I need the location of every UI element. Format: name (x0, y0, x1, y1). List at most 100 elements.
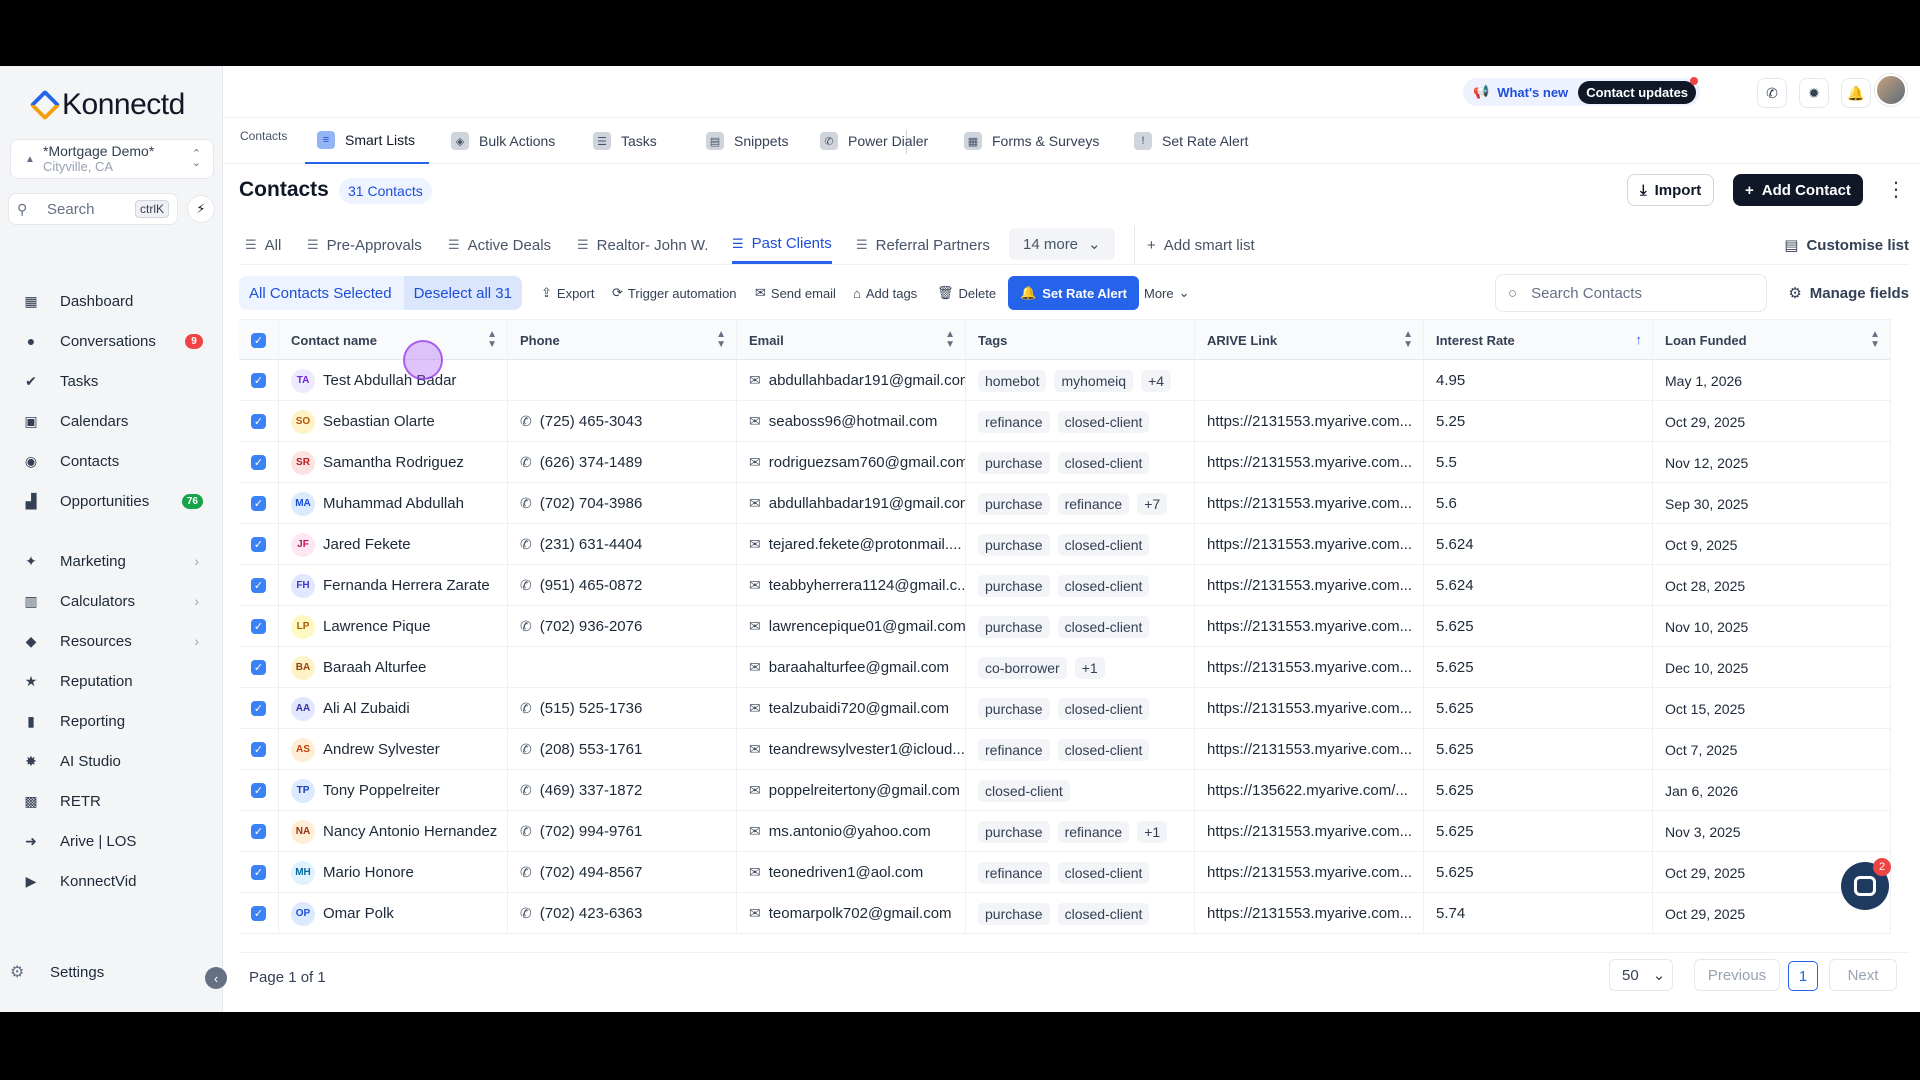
tag-chip[interactable]: closed-client (1057, 738, 1150, 761)
tag-chip[interactable]: refinance (978, 410, 1050, 433)
table-row[interactable]: ✓ BA Baraah Alturfee ✉ baraahalturfee@gmail.… (239, 647, 1891, 688)
sidebar-item-dashboard[interactable]: ▦ Dashboard (0, 283, 223, 319)
tags-cell[interactable]: purchase closed-client (966, 442, 1195, 483)
phone-cell[interactable]: ✆ (208) 553-1761 (508, 729, 737, 770)
select-all-checkbox[interactable]: ✓ (239, 320, 279, 360)
email-cell[interactable]: ✉ teandrewsylvester1@icloud.... (737, 729, 966, 770)
table-row[interactable]: ✓ NA Nancy Antonio Hernandez ✆ (702) 994-976… (239, 811, 1891, 852)
tag-chip[interactable]: purchase (978, 451, 1050, 474)
contact-name[interactable]: Fernanda Herrera Zarate (323, 577, 490, 594)
contact-name-cell[interactable]: OP Omar Polk (279, 893, 508, 934)
sidebar-item-opportunities[interactable]: ▟ Opportunities 76 (0, 483, 223, 519)
smart-list-referral-partners[interactable]: ☰ Referral Partners (856, 226, 990, 264)
tags-cell[interactable]: refinance closed-client (966, 401, 1195, 442)
whats-new-pill[interactable]: 📢 What's new Contact updates (1463, 76, 1701, 106)
arive-link[interactable]: https://2131553.myarive.com... (1207, 536, 1412, 553)
phone-cell[interactable]: ✆ (702) 994-9761 (508, 811, 737, 852)
row-checkbox[interactable]: ✓ (239, 852, 279, 893)
phone-cell[interactable] (508, 360, 737, 401)
col-arive-link[interactable]: ARIVE Link ▲ ▼ (1195, 320, 1424, 360)
tab-bulk-actions[interactable]: ◈ Bulk Actions (451, 118, 555, 164)
trigger-automation-button[interactable]: ⟳ Trigger automation (612, 276, 737, 310)
previous-page-button[interactable]: Previous (1694, 959, 1780, 991)
next-page-button[interactable]: Next (1829, 959, 1897, 991)
smart-list-past-clients[interactable]: ☰ Past Clients (732, 226, 832, 264)
email-cell[interactable]: ✉ tejared.fekete@protonmail.... (737, 524, 966, 565)
arive-link[interactable]: https://2131553.myarive.com... (1207, 905, 1412, 922)
per-page-select[interactable]: 50 ⌄ (1609, 959, 1673, 991)
col-email[interactable]: Email ▲ ▼ (737, 320, 966, 360)
sidebar-item-resources[interactable]: ◆ Resources › (0, 623, 223, 659)
phone-cell[interactable]: ✆ (951) 465-0872 (508, 565, 737, 606)
smart-list-pre-approvals[interactable]: ☰ Pre-Approvals (307, 226, 422, 264)
tags-cell[interactable]: refinance closed-client (966, 852, 1195, 893)
col-phone[interactable]: Phone ▲ ▼ (508, 320, 737, 360)
import-button[interactable]: ⤓ Import (1627, 174, 1715, 206)
tag-chip[interactable]: closed-client (1057, 574, 1150, 597)
email-cell[interactable]: ✉ teabbyherrera1124@gmail.c... (737, 565, 966, 606)
sidebar-item-settings[interactable]: ⚙ Settings (10, 962, 104, 982)
row-checkbox[interactable]: ✓ (239, 688, 279, 729)
email-cell[interactable]: ✉ abdullahbadar191@gmail.com (737, 483, 966, 524)
tags-cell[interactable]: purchase closed-client (966, 893, 1195, 934)
tags-cell[interactable]: homebot myhomeiq +4 (966, 360, 1195, 401)
phone-icon[interactable]: ✆ (1757, 78, 1787, 108)
arive-link-cell[interactable]: https://2131553.myarive.com... (1195, 483, 1424, 524)
arive-link-cell[interactable]: https://135622.myarive.com/... (1195, 770, 1424, 811)
tag-chip[interactable]: refinance (978, 861, 1050, 884)
sidebar-item-konnectvid[interactable]: ▶ KonnectVid (0, 863, 223, 899)
email-cell[interactable]: ✉ teomarpolk702@gmail.com (737, 893, 966, 934)
phone-cell[interactable]: ✆ (725) 465-3043 (508, 401, 737, 442)
row-checkbox[interactable]: ✓ (239, 606, 279, 647)
table-row[interactable]: ✓ OP Omar Polk ✆ (702) 423-6363 ✉ teomarpolk70… (239, 893, 1891, 934)
phone-cell[interactable]: ✆ (626) 374-1489 (508, 442, 737, 483)
arive-link[interactable]: https://2131553.myarive.com... (1207, 659, 1412, 676)
smart-list-all[interactable]: ☰ All (245, 226, 281, 264)
tag-chip[interactable]: closed-client (1057, 533, 1150, 556)
tag-chip[interactable]: closed-client (1057, 697, 1150, 720)
tags-cell[interactable]: purchase refinance +7 (966, 483, 1195, 524)
more-actions-dropdown[interactable]: More ⌄ (1144, 276, 1190, 310)
arive-link-cell[interactable]: https://2131553.myarive.com... (1195, 811, 1424, 852)
tab-snippets[interactable]: ▤ Snippets (706, 118, 788, 164)
add-smart-list-button[interactable]: + Add smart list (1134, 226, 1255, 264)
arive-link[interactable]: https://2131553.myarive.com... (1207, 577, 1412, 594)
contact-name-cell[interactable]: BA Baraah Alturfee (279, 647, 508, 688)
contact-name-cell[interactable]: MH Mario Honore (279, 852, 508, 893)
sidebar-item-contacts[interactable]: ◉ Contacts (0, 443, 223, 479)
contact-name-cell[interactable]: FH Fernanda Herrera Zarate (279, 565, 508, 606)
phone-cell[interactable]: ✆ (702) 423-6363 (508, 893, 737, 934)
phone-cell[interactable]: ✆ (469) 337-1872 (508, 770, 737, 811)
arive-link[interactable]: https://2131553.myarive.com... (1207, 413, 1412, 430)
table-row[interactable]: ✓ MH Mario Honore ✆ (702) 494-8567 ✉ teonedriv… (239, 852, 1891, 893)
email-cell[interactable]: ✉ tealzubaidi720@gmail.com (737, 688, 966, 729)
arive-link-cell[interactable]: https://2131553.myarive.com... (1195, 688, 1424, 729)
tag-chip[interactable]: refinance (1057, 492, 1130, 515)
bell-icon[interactable]: 🔔 (1841, 78, 1871, 108)
table-row[interactable]: ✓ AA Ali Al Zubaidi ✆ (515) 525-1736 ✉ tealzub… (239, 688, 1891, 729)
tab-set-rate-alert[interactable]: ! Set Rate Alert (1134, 118, 1248, 164)
tag-chip[interactable]: co-borrower (978, 656, 1067, 679)
contact-name-cell[interactable]: NA Nancy Antonio Hernandez (279, 811, 508, 852)
table-row[interactable]: ✓ TP Tony Poppelreiter ✆ (469) 337-1872 ✉ popp… (239, 770, 1891, 811)
row-checkbox[interactable]: ✓ (239, 811, 279, 852)
arive-link-cell[interactable]: https://2131553.myarive.com... (1195, 893, 1424, 934)
contact-name-cell[interactable]: MA Muhammad Abdullah (279, 483, 508, 524)
contact-name[interactable]: Jared Fekete (323, 536, 411, 553)
email-cell[interactable]: ✉ lawrencepique01@gmail.com (737, 606, 966, 647)
table-row[interactable]: ✓ SR Samantha Rodriguez ✆ (626) 374-1489 ✉ rod… (239, 442, 1891, 483)
contact-name[interactable]: Sebastian Olarte (323, 413, 435, 430)
tag-chip[interactable]: closed-client (1057, 861, 1150, 884)
tag-chip[interactable]: +4 (1141, 369, 1172, 392)
tag-chip[interactable]: +1 (1137, 820, 1168, 843)
contact-name[interactable]: Andrew Sylvester (323, 741, 440, 758)
location-switcher[interactable]: ▲ *Mortgage Demo* Cityville, CA ⌃ ⌄ (10, 139, 214, 179)
tag-chip[interactable]: purchase (978, 902, 1050, 925)
arive-link-cell[interactable]: https://2131553.myarive.com... (1195, 647, 1424, 688)
sidebar-item-tasks[interactable]: ✔ Tasks (0, 363, 223, 399)
arive-link-cell[interactable]: https://2131553.myarive.com... (1195, 524, 1424, 565)
arive-link[interactable]: https://135622.myarive.com/... (1207, 782, 1408, 799)
user-avatar[interactable] (1875, 74, 1907, 106)
contact-name[interactable]: Tony Poppelreiter (323, 782, 440, 799)
tab-tasks[interactable]: ☰ Tasks (593, 118, 657, 164)
